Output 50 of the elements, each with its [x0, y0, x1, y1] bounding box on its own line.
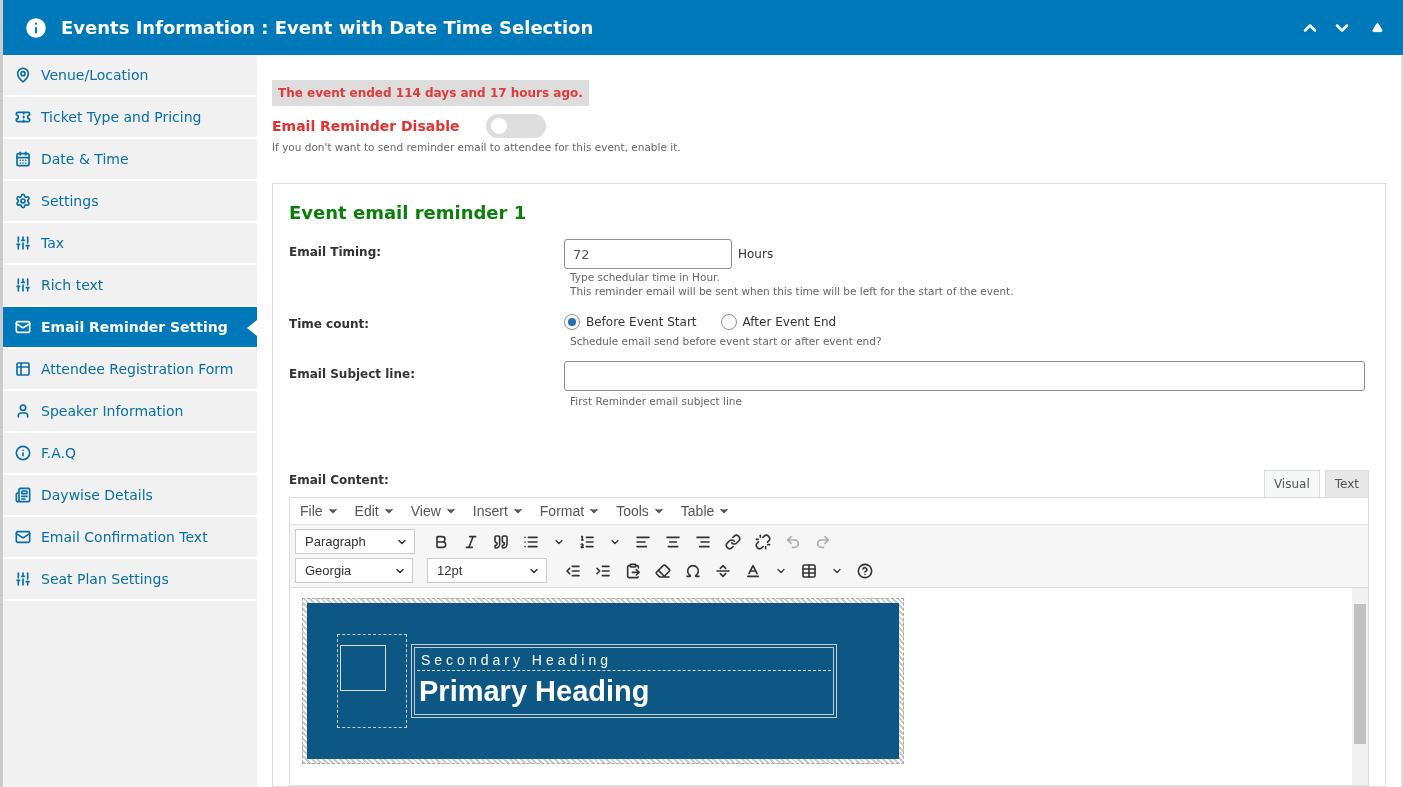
- sliders-icon: [15, 235, 31, 251]
- field-label: Time count:: [289, 316, 371, 333]
- sidebar-item[interactable]: Email Reminder Setting: [3, 307, 257, 349]
- mail-icon: [15, 319, 31, 335]
- user-icon: [15, 403, 31, 419]
- active-pointer-icon: [247, 320, 257, 336]
- field-hint: Schedule email send before event start or after event end?: [569, 335, 883, 347]
- sliders-icon: [15, 277, 31, 293]
- primary-heading: Primary Heading: [418, 674, 651, 709]
- map-pin-icon: [15, 67, 31, 83]
- collapse-icon[interactable]: [1372, 22, 1383, 33]
- menu-item[interactable]: Edit: [354, 503, 395, 519]
- menu-item[interactable]: Table: [680, 503, 731, 519]
- event-ended-notice: The event ended 114 days and 17 hours ago.: [272, 80, 589, 106]
- scrollbar[interactable]: [1352, 588, 1368, 785]
- editor-tab[interactable]: Text: [1324, 470, 1369, 497]
- unit-label: Hours: [738, 247, 774, 261]
- field-hint: First Reminder email subject line: [569, 395, 743, 407]
- reminder-title: Event email reminder 1: [289, 202, 528, 223]
- menu-item[interactable]: File: [300, 503, 339, 519]
- info-icon: [15, 445, 31, 461]
- calendar-icon: [15, 151, 31, 167]
- menu-item[interactable]: Tools: [616, 503, 665, 519]
- radio-label: Before Event Start: [586, 315, 697, 329]
- mail-icon: [15, 529, 31, 545]
- panel-title: Events Information : Event with Date Time Selection: [61, 17, 595, 38]
- table-icon: [15, 361, 31, 377]
- subject-input[interactable]: [564, 361, 1365, 391]
- field-label: Email Subject line:: [289, 366, 416, 383]
- secondary-heading: Secondary Heading: [417, 650, 831, 671]
- settings-icon: [15, 193, 31, 209]
- field-hint: Type schedular time in Hour.: [569, 271, 721, 283]
- newspaper-icon: [15, 487, 31, 503]
- radio-label: After Event End: [742, 315, 837, 329]
- menu-item[interactable]: Format: [539, 503, 601, 519]
- ticket-icon: [15, 109, 31, 125]
- sliders-icon: [15, 571, 31, 587]
- font-select[interactable]: Georgia: [295, 558, 413, 583]
- menu-item[interactable]: View: [410, 503, 457, 519]
- editor-tab[interactable]: Visual: [1263, 470, 1320, 497]
- timing-input[interactable]: 72: [564, 239, 732, 269]
- toggle-switch[interactable]: [485, 114, 546, 138]
- menu-item[interactable]: Insert: [472, 503, 524, 519]
- field-hint: This reminder email will be sent when this time will be left for the start of the event.: [569, 285, 1015, 297]
- font-size-select[interactable]: 12pt: [427, 558, 547, 583]
- block-format-select[interactable]: Paragraph: [295, 529, 415, 554]
- field-label: Email Timing:: [289, 244, 383, 261]
- toggle-label: Email Reminder Disable: [272, 118, 460, 134]
- field-label: Email Content:: [289, 472, 389, 489]
- toggle-hint: If you don't want to send reminder email to attendee for this event, enable it.: [272, 141, 682, 153]
